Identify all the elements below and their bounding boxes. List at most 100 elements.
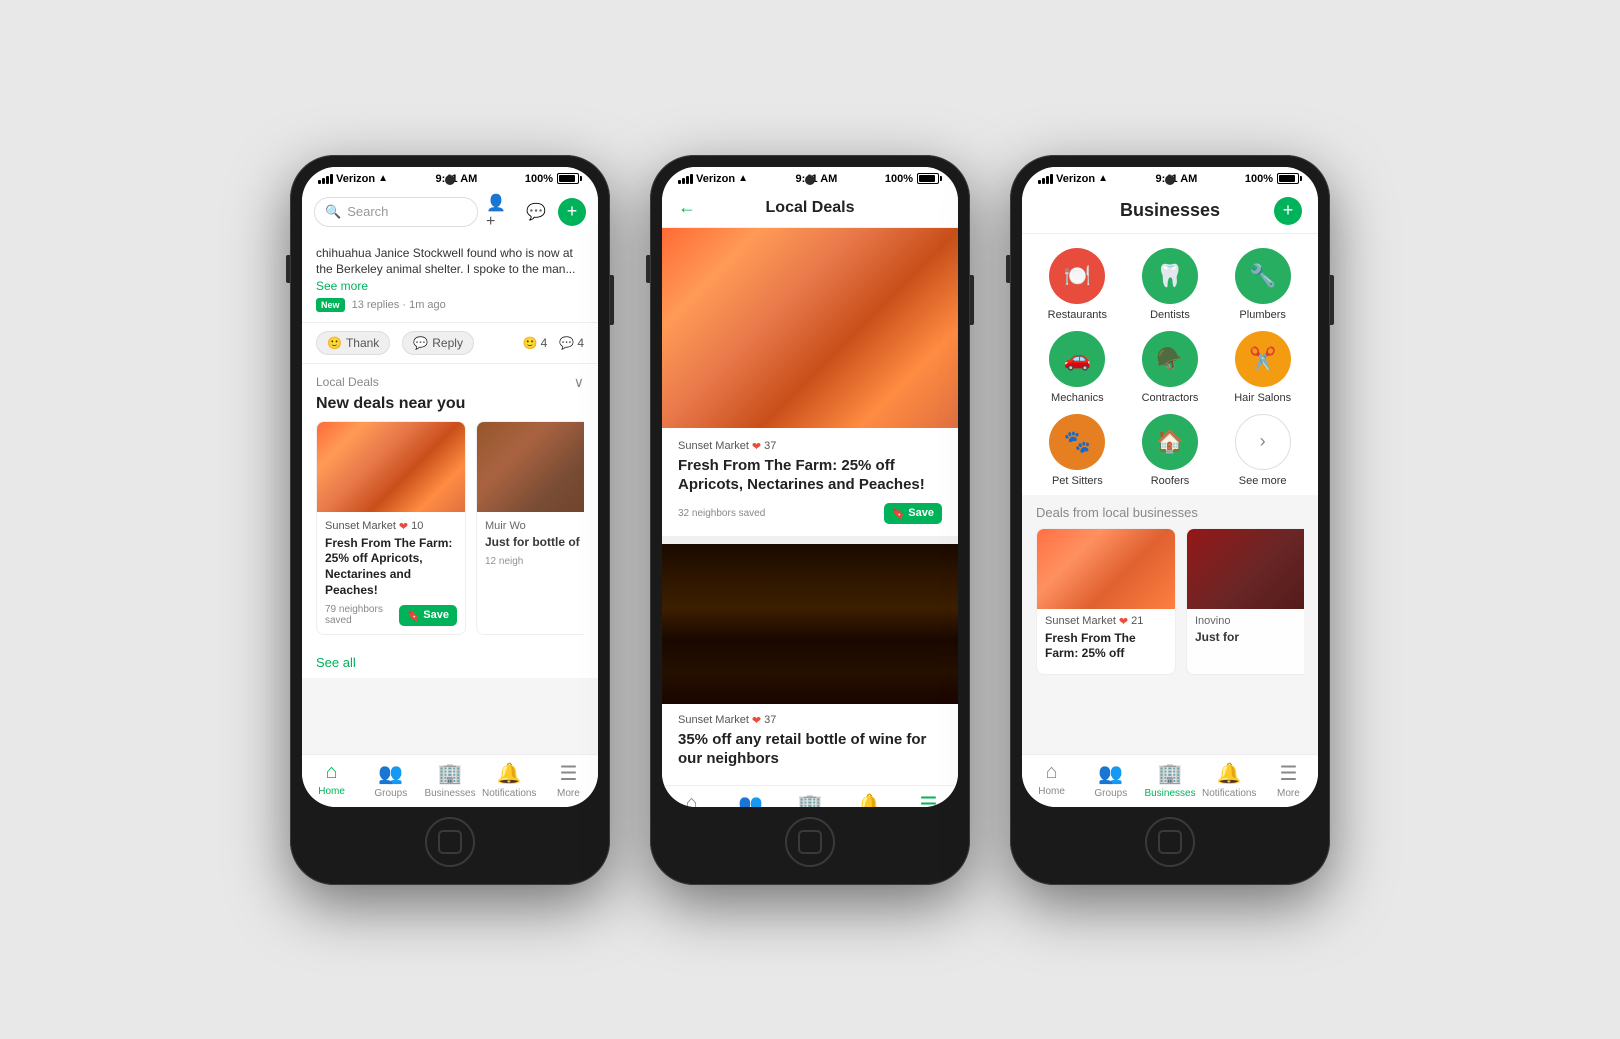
deal-full-1-saved: 32 neighbors saved (678, 508, 765, 519)
deals-from-title: Deals from local businesses (1036, 505, 1304, 520)
nav-businesses-2[interactable]: 🏢 Businesses (780, 792, 839, 807)
reply-icon: 💬 (413, 336, 428, 350)
save-button-1[interactable]: 🔖 Save (399, 605, 457, 626)
bottom-nav-1: ⌂ Home 👥 Groups 🏢 Businesses 🔔 Notificat… (302, 754, 598, 807)
page-title-2: Local Deals (766, 199, 855, 217)
status-bar-2: Verizon ▲ 9:41 AM 100% (662, 167, 958, 189)
deal-market-2: Muir Wo (485, 520, 584, 532)
heart-icon-4: ❤ (1119, 615, 1128, 628)
biz-deal-1-market: Sunset Market ❤ 21 (1045, 615, 1167, 628)
new-badge: New (316, 298, 345, 312)
category-see-more[interactable]: › See more (1221, 414, 1304, 487)
home-button-2[interactable] (785, 817, 835, 867)
category-plumbers[interactable]: 🔧 Plumbers (1221, 248, 1304, 321)
wifi-icon-2: ▲ (738, 173, 748, 184)
nav-more-3[interactable]: ☰ More (1259, 761, 1318, 799)
businesses-icon: 🏢 (438, 761, 463, 786)
reply-count: 13 replies (352, 299, 400, 311)
deal-full-2-image (662, 544, 958, 704)
search-box[interactable]: 🔍 Search (314, 197, 478, 227)
battery-percent: 100% (525, 173, 553, 185)
nav-home-1[interactable]: ⌂ Home (302, 761, 361, 799)
add-business-button[interactable]: + (1274, 197, 1302, 225)
people-add-button[interactable]: 👤+ (486, 198, 514, 226)
feed-item: chihuahua Janice Stockwell found who is … (302, 235, 598, 323)
bottom-nav-2: ⌂ Home 👥 Groups 🏢 Businesses 🔔 Notificat… (662, 785, 958, 807)
hair-salons-icon: ✂️ (1235, 331, 1291, 387)
nav-groups-2[interactable]: 👥 Groups (721, 792, 780, 807)
neighbors-saved-1: 79 neighbors saved (325, 604, 399, 626)
nav-home-3[interactable]: ⌂ Home (1022, 761, 1081, 799)
nav-notifications-3[interactable]: 🔔 Notifications (1200, 761, 1259, 799)
power-button-3 (1330, 275, 1334, 325)
deal-footer-1: 79 neighbors saved 🔖 Save (325, 604, 457, 626)
add-post-button[interactable]: + (558, 198, 586, 226)
nav-notifications-1[interactable]: 🔔 Notifications (480, 761, 539, 799)
thank-button[interactable]: 🙂 Thank (316, 331, 390, 355)
category-contractors[interactable]: 🪖 Contractors (1129, 331, 1212, 404)
bottom-nav-3: ⌂ Home 👥 Groups 🏢 Businesses 🔔 Notificat… (1022, 754, 1318, 807)
deal-card-2[interactable]: Muir Wo Just for bottle of 12 neigh (476, 421, 584, 635)
category-dentists[interactable]: 🦷 Dentists (1129, 248, 1212, 321)
notifications-icon: 🔔 (497, 761, 522, 786)
pet-sitters-label: Pet Sitters (1052, 475, 1103, 487)
deals-scroll: Sunset Market ❤ 10 Fresh From The Farm: … (316, 421, 584, 643)
nav-groups-3[interactable]: 👥 Groups (1081, 761, 1140, 799)
home-button-3[interactable] (1145, 817, 1195, 867)
nav-groups-1[interactable]: 👥 Groups (361, 761, 420, 799)
wifi-icon-3: ▲ (1098, 173, 1108, 184)
biz-deal-card-2[interactable]: Inovino Just for (1186, 528, 1304, 675)
time-ago: 1m ago (409, 299, 446, 311)
category-restaurants[interactable]: 🍽️ Restaurants (1036, 248, 1119, 321)
header-icons: 👤+ 💬 + (486, 198, 586, 226)
battery-icon (557, 173, 582, 184)
comments-count: 💬 4 (559, 336, 584, 350)
nav-more-2[interactable]: ☰ More (899, 792, 958, 807)
mechanics-label: Mechanics (1051, 392, 1104, 404)
biz-deal-1-image (1037, 529, 1175, 609)
home-button-1[interactable] (425, 817, 475, 867)
hair-salons-label: Hair Salons (1234, 392, 1291, 404)
more-icon-2: ☰ (919, 792, 937, 807)
nav-more-1[interactable]: ☰ More (539, 761, 598, 799)
category-pet-sitters[interactable]: 🐾 Pet Sitters (1036, 414, 1119, 487)
see-more-link[interactable]: See more (316, 279, 368, 293)
deals-heading: New deals near you (316, 395, 584, 413)
deal-card-1[interactable]: Sunset Market ❤ 10 Fresh From The Farm: … (316, 421, 466, 635)
category-hair-salons[interactable]: ✂️ Hair Salons (1221, 331, 1304, 404)
battery-percent-3: 100% (1245, 173, 1273, 185)
status-bar-3: Verizon ▲ 9:41 AM 100% (1022, 167, 1318, 189)
contractors-label: Contractors (1142, 392, 1199, 404)
bookmark-icon: 🔖 (407, 609, 421, 622)
volume-button-2 (646, 255, 650, 283)
nav-notifications-2[interactable]: 🔔 Notifications (840, 792, 899, 807)
nav-home-2[interactable]: ⌂ Home (662, 792, 721, 807)
see-all-link[interactable]: See all (302, 647, 598, 678)
deal-full-2: Sunset Market ❤ 37 35% off any retail bo… (662, 544, 958, 785)
nav-businesses-1[interactable]: 🏢 Businesses (420, 761, 479, 799)
time-display-3: 9:41 AM (1156, 173, 1198, 185)
section-chevron-icon[interactable]: ∨ (574, 374, 584, 391)
nav-businesses-3[interactable]: 🏢 Businesses (1140, 761, 1199, 799)
search-icon: 🔍 (325, 204, 341, 220)
groups-icon-2: 👥 (738, 792, 763, 807)
wifi-icon: ▲ (378, 173, 388, 184)
deal-full-1-image (662, 228, 958, 428)
save-button-full-1[interactable]: 🔖 Save (884, 503, 942, 524)
biz-deal-2-image (1187, 529, 1304, 609)
back-button[interactable]: ← (678, 197, 696, 218)
biz-deal-card-1[interactable]: Sunset Market ❤ 21 Fresh From The Farm: … (1036, 528, 1176, 675)
category-mechanics[interactable]: 🚗 Mechanics (1036, 331, 1119, 404)
search-placeholder: Search (347, 204, 388, 219)
chat-button[interactable]: 💬 (522, 198, 550, 226)
signal-bars-2 (678, 174, 693, 184)
carrier-label-2: Verizon (696, 173, 735, 185)
phone3-header: Businesses + (1022, 189, 1318, 234)
reply-button[interactable]: 💬 Reply (402, 331, 474, 355)
battery-percent-2: 100% (885, 173, 913, 185)
battery-icon-2 (917, 173, 942, 184)
local-deals-section: Local Deals ∨ New deals near you Sunset … (302, 364, 598, 647)
category-roofers[interactable]: 🏠 Roofers (1129, 414, 1212, 487)
status-left-3: Verizon ▲ (1038, 173, 1108, 185)
time-display-2: 9:41 AM (796, 173, 838, 185)
